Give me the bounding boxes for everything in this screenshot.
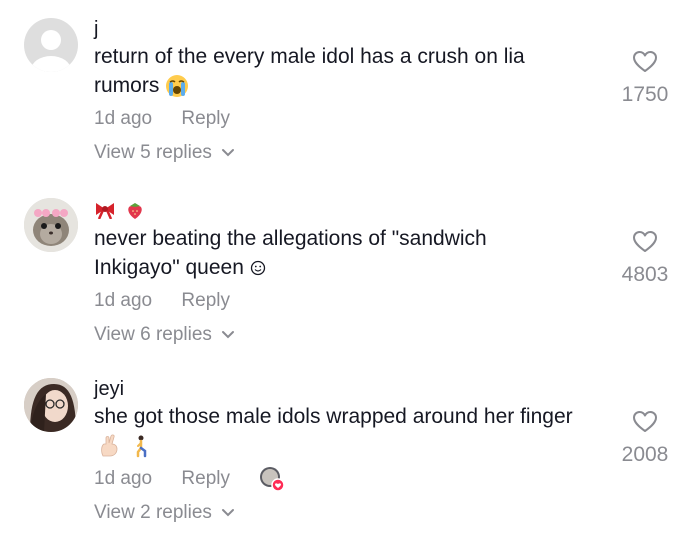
like-group: 1750 — [612, 50, 678, 107]
reply-button[interactable]: Reply — [181, 108, 230, 129]
timestamp: 1d ago — [94, 468, 153, 490]
comment-text: never beating the allegations of "sandwi… — [94, 227, 487, 279]
heart-icon[interactable] — [632, 230, 658, 254]
timestamp: 1d ago — [94, 290, 153, 311]
avatar[interactable] — [24, 378, 78, 432]
view-replies-button[interactable]: View 6 replies — [94, 322, 574, 348]
strawberry-emoji — [128, 203, 142, 220]
comment-meta: 1d ago Reply — [94, 288, 574, 314]
like-count: 2008 — [621, 443, 669, 466]
chevron-down-icon — [222, 508, 235, 517]
comment-body: never beating the allegations of "sandwi… — [94, 198, 574, 348]
username[interactable]: jeyi — [94, 378, 574, 400]
comment-meta: 1d ago Reply — [94, 106, 574, 132]
avatar[interactable] — [24, 18, 78, 72]
view-replies-button[interactable]: View 2 replies — [94, 500, 574, 526]
girl-photo-avatar — [24, 378, 78, 432]
like-count: 4803 — [621, 263, 669, 286]
reply-button[interactable]: Reply — [181, 468, 230, 489]
hamster-avatar — [24, 198, 78, 252]
creator-liked-badge — [259, 466, 286, 492]
view-replies-button[interactable]: View 5 replies — [94, 140, 574, 166]
comment-text: she got those male idols wrapped around … — [94, 402, 574, 460]
timestamp: 1d ago — [94, 108, 153, 129]
username[interactable] — [94, 198, 574, 220]
crossed-fingers-icon — [101, 434, 118, 457]
avatar[interactable] — [24, 198, 78, 252]
comment-text: return of the every male idol has a crus… — [94, 45, 525, 98]
comment-body: j return of the every male idol has a cr… — [94, 18, 574, 166]
username[interactable]: j — [94, 18, 574, 40]
like-group: 4803 — [612, 230, 678, 287]
comment-body: jeyi she got those male idols wrapped ar… — [94, 378, 574, 526]
chevron-down-icon — [222, 148, 235, 157]
default-avatar-icon — [31, 30, 71, 72]
bow-emoji — [96, 203, 114, 220]
creator-avatar-icon — [260, 467, 286, 492]
like-group: 2008 — [612, 410, 678, 467]
reply-button[interactable]: Reply — [181, 290, 230, 311]
loudly-crying-face-icon — [166, 75, 189, 98]
like-count: 1750 — [621, 83, 669, 106]
chevron-down-icon — [222, 330, 235, 339]
heart-icon[interactable] — [632, 410, 658, 434]
comment-meta: 1d ago Reply — [94, 466, 574, 492]
heart-icon[interactable] — [632, 50, 658, 74]
kneeling-person-icon — [136, 435, 147, 458]
smiley-icon — [250, 261, 265, 276]
